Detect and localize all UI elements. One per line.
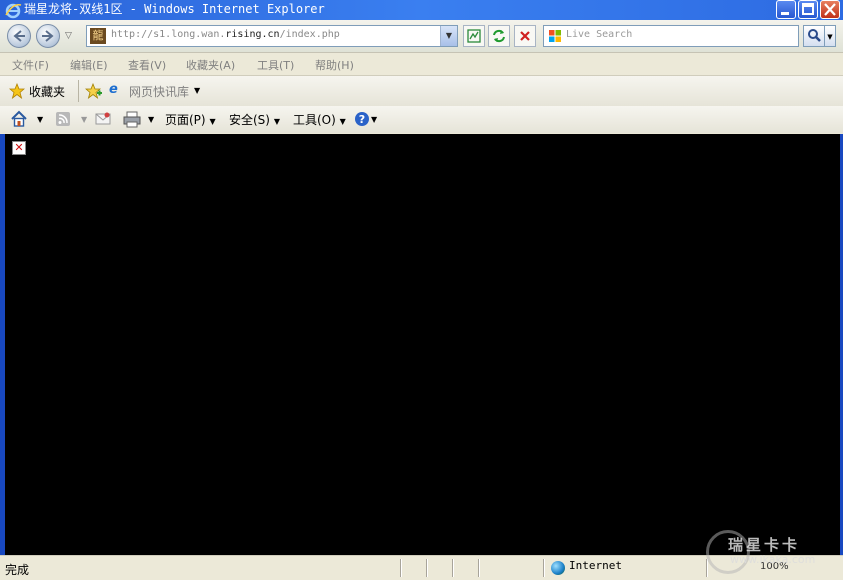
recent-pages-dropdown-icon[interactable]: ▽ bbox=[65, 31, 72, 41]
window-title: 瑞星龙将-双线1区 - Windows Internet Explorer bbox=[24, 2, 325, 16]
forward-button[interactable] bbox=[36, 24, 60, 48]
forward-arrow-icon bbox=[42, 30, 54, 42]
web-slice-gallery-link[interactable]: e 网页快讯库 ▼ bbox=[108, 82, 204, 100]
printer-icon bbox=[123, 111, 141, 128]
menu-favorites[interactable]: 收藏夹(A) bbox=[186, 57, 235, 73]
feeds-dropdown-icon: ▼ bbox=[81, 115, 88, 124]
search-button[interactable] bbox=[803, 25, 825, 47]
print-dropdown-icon: ▼ bbox=[148, 115, 155, 124]
stop-icon bbox=[520, 31, 530, 41]
broken-image-icon: ✕ bbox=[12, 141, 26, 155]
web-slice-dropdown-icon: ▼ bbox=[194, 86, 201, 95]
home-button[interactable]: ▼ bbox=[10, 110, 46, 128]
tools-dropdown-icon: ▼ bbox=[339, 117, 346, 126]
tools-menu-label: 工具(O) bbox=[293, 113, 336, 127]
stop-button[interactable] bbox=[514, 25, 536, 47]
page-menu-button[interactable]: 页面(P) ▼ bbox=[165, 111, 216, 128]
menu-tools[interactable]: 工具(T) bbox=[257, 57, 294, 73]
ie-logo-icon bbox=[5, 3, 22, 19]
minimize-icon bbox=[781, 12, 789, 15]
refresh-icon bbox=[493, 29, 505, 43]
menu-view[interactable]: 查看(V) bbox=[128, 57, 166, 73]
address-dropdown-icon[interactable]: ▼ bbox=[440, 26, 457, 46]
compatibility-view-button[interactable] bbox=[463, 25, 485, 47]
page-dropdown-icon: ▼ bbox=[209, 117, 216, 126]
back-arrow-icon bbox=[13, 30, 25, 42]
close-button[interactable] bbox=[820, 0, 840, 19]
refresh-button[interactable] bbox=[488, 25, 510, 47]
close-icon bbox=[824, 3, 836, 16]
favorites-star-icon bbox=[9, 83, 25, 99]
watermark: 瑞星卡卡 www.ikaka.com bbox=[706, 528, 842, 578]
search-placeholder: Live Search bbox=[566, 29, 633, 40]
watermark-name: 瑞星卡卡 bbox=[728, 536, 801, 554]
menu-help[interactable]: 帮助(H) bbox=[315, 57, 354, 73]
watermark-url: www.ikaka.com bbox=[730, 553, 816, 566]
compat-view-icon bbox=[467, 29, 481, 43]
favbar-divider bbox=[78, 80, 79, 102]
navigation-bar: ▽ 龍 http://s1.long.wan.rising.cn/index.p… bbox=[0, 20, 843, 53]
safety-dropdown-icon: ▼ bbox=[273, 117, 280, 126]
home-dropdown-icon: ▼ bbox=[37, 115, 44, 124]
print-button[interactable]: ▼ bbox=[122, 110, 158, 128]
svg-text:?: ? bbox=[359, 113, 365, 126]
safety-menu-label: 安全(S) bbox=[229, 113, 270, 127]
page-menu-label: 页面(P) bbox=[165, 113, 206, 127]
search-icon bbox=[808, 29, 821, 42]
search-box[interactable]: Live Search bbox=[543, 25, 799, 47]
web-slice-label: 网页快讯库 bbox=[129, 85, 190, 99]
maximize-button[interactable] bbox=[798, 0, 818, 19]
help-dropdown-icon: ▼ bbox=[371, 115, 378, 124]
tools-menu-button[interactable]: 工具(O) ▼ bbox=[293, 111, 346, 128]
status-separator bbox=[452, 559, 453, 577]
site-favicon-icon: 龍 bbox=[90, 28, 106, 44]
status-separator bbox=[478, 559, 479, 577]
status-separator bbox=[426, 559, 427, 577]
read-mail-button[interactable] bbox=[94, 110, 114, 128]
search-options-dropdown[interactable]: ▼ bbox=[825, 25, 836, 47]
favorites-bar: 收藏夹 e 网页快讯库 ▼ bbox=[0, 76, 843, 107]
home-icon bbox=[11, 110, 27, 127]
help-button[interactable]: ? ▼ bbox=[354, 110, 380, 128]
rss-feed-icon bbox=[56, 112, 70, 126]
minimize-button[interactable] bbox=[776, 0, 796, 19]
live-search-logo-icon bbox=[549, 30, 561, 42]
ie-page-icon: e bbox=[109, 82, 118, 97]
feeds-button[interactable]: ▼ bbox=[55, 110, 91, 128]
command-bar: ▼ ▼ ▼ 页面(P) ▼ 安全(S) ▼ 工具(O) ▼ ? ▼ bbox=[0, 106, 843, 133]
menu-bar: 文件(F) 编辑(E) 查看(V) 收藏夹(A) 工具(T) 帮助(H) bbox=[0, 53, 843, 76]
title-bar[interactable]: 瑞星龙将-双线1区 - Windows Internet Explorer bbox=[0, 0, 843, 20]
safety-menu-button[interactable]: 安全(S) ▼ bbox=[229, 111, 280, 128]
maximize-icon bbox=[802, 3, 814, 15]
page-content[interactable]: ✕ bbox=[5, 134, 840, 555]
security-zone-label[interactable]: Internet bbox=[569, 559, 622, 572]
back-button[interactable] bbox=[7, 24, 31, 48]
internet-zone-icon bbox=[551, 561, 565, 575]
mail-icon bbox=[95, 112, 111, 125]
favorites-label: 收藏夹 bbox=[29, 85, 66, 99]
address-bar[interactable]: 龍 http://s1.long.wan.rising.cn/index.php… bbox=[86, 25, 458, 47]
status-text: 完成 bbox=[5, 563, 30, 577]
address-url: http://s1.long.wan.rising.cn/index.php bbox=[111, 29, 340, 40]
add-to-favorites-bar-icon[interactable] bbox=[85, 83, 103, 101]
menu-file[interactable]: 文件(F) bbox=[12, 57, 49, 73]
help-icon: ? bbox=[355, 112, 369, 126]
favorites-center-button[interactable]: 收藏夹 bbox=[8, 82, 70, 100]
status-separator bbox=[400, 559, 401, 577]
status-separator bbox=[543, 559, 544, 577]
menu-edit[interactable]: 编辑(E) bbox=[70, 57, 108, 73]
